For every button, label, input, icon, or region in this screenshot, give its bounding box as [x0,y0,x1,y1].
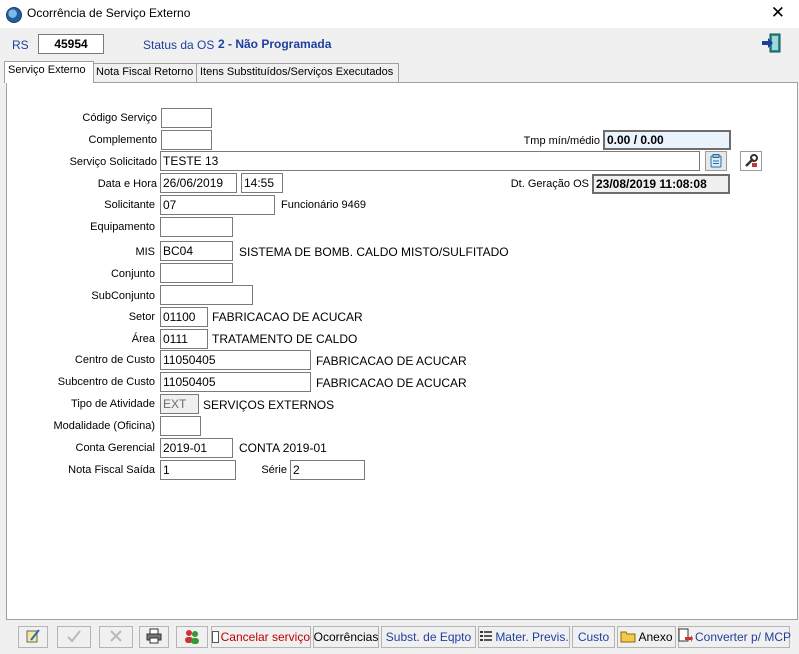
clipboard-icon[interactable] [705,151,727,171]
conjunto-input[interactable] [160,263,233,283]
setor-input[interactable]: 01100 [160,307,208,327]
status-value: 2 - Não Programada [218,37,332,51]
dt-geracao-value: 23/08/2019 11:08:08 [592,174,730,194]
modalidade-input[interactable] [160,416,201,436]
complemento-input[interactable] [161,130,212,150]
complemento-label: Complemento [88,134,157,146]
converter-mcp-label: Converter p/ MCP [694,630,792,644]
custo-label: Custo [577,630,610,644]
cancelar-servico-label: Cancelar serviço [220,630,310,644]
x-icon [109,629,123,646]
serie-label: Série [261,464,287,476]
area-input[interactable]: 0111 [160,329,208,349]
users-icon [183,628,201,647]
tab-servico-externo[interactable]: Serviço Externo [4,61,94,83]
converter-mcp-button[interactable]: Converter p/ MCP [677,626,792,648]
solicitante-name: Funcionário 9469 [281,199,367,211]
tab-nota-fiscal-retorno[interactable]: Nota Fiscal Retorno [92,63,198,82]
subcentro-custo-input[interactable]: 11050405 [160,372,311,392]
exit-icon[interactable] [760,32,782,54]
serie-input[interactable]: 2 [290,460,365,480]
subconjunto-input[interactable] [160,285,253,305]
centro-custo-desc: FABRICACAO DE ACUCAR [316,354,467,368]
data-hora-label: Data e Hora [97,178,157,190]
area-label: Área [131,333,155,345]
confirm-button[interactable] [57,626,91,648]
servico-solicitado-label: Serviço Solicitado [69,156,157,168]
equipamento-input[interactable] [160,217,233,237]
area-desc: TRATAMENTO DE CALDO [212,332,358,346]
modalidade-label: Modalidade (Oficina) [53,420,156,432]
users-button[interactable] [176,626,208,648]
codigo-servico-label: Código Serviço [82,112,157,124]
nota-fiscal-saida-label: Nota Fiscal Saída [68,464,155,476]
centro-custo-input[interactable]: 11050405 [160,350,311,370]
subst-eqpto-label: Subst. de Eqpto [385,630,472,644]
bottom-toolbar: Cancelar serviço Ocorrências Subst. de E… [0,624,799,652]
list-icon [479,629,493,646]
os-header: RS 45954 Status da OS 2 - Não Programada [0,28,799,60]
conjunto-label: Conjunto [110,268,155,280]
folder-icon [620,629,636,646]
custo-button[interactable]: Custo [572,626,615,648]
close-icon[interactable]: ✕ [771,3,785,23]
status-label: Status da OS [143,38,215,52]
app-icon [6,7,22,23]
mis-input[interactable]: BC04 [160,241,233,261]
ocorrencias-button[interactable]: Ocorrências [313,626,379,648]
anexo-button[interactable]: Anexo [617,626,676,648]
setor-desc: FABRICACAO DE ACUCAR [212,310,363,324]
title-bar: Ocorrência de Serviço Externo ✕ [0,0,799,29]
conta-gerencial-desc: CONTA 2019-01 [239,441,327,455]
mis-label: MIS [135,246,155,258]
mater-previs-button[interactable]: Mater. Previs. [478,626,570,648]
solicitante-label: Solicitante [104,199,155,211]
tmp-value: 0.00 / 0.00 [603,130,731,150]
tipo-atividade-label: Tipo de Atividade [71,398,155,410]
ocorrencias-label: Ocorrências [313,630,379,644]
rs-value: 45954 [38,34,104,54]
edit-icon [25,628,41,647]
equipamento-label: Equipamento [90,221,155,233]
conta-gerencial-label: Conta Gerencial [75,442,156,454]
tools-icon[interactable] [740,151,762,171]
mater-previs-label: Mater. Previs. [495,630,569,644]
subst-eqpto-button[interactable]: Subst. de Eqpto [381,626,476,648]
rs-label: RS [12,38,29,52]
tab-itens-substituidos[interactable]: Itens Substituídos/Serviços Executados [196,63,399,82]
tipo-atividade-input: EXT [160,394,199,414]
subconjunto-label: SubConjunto [91,290,155,302]
edit-button[interactable] [18,626,48,648]
printer-icon [146,628,162,647]
window-title: Ocorrência de Serviço Externo [27,6,191,20]
cancel-edit-button[interactable] [99,626,133,648]
convert-icon [677,628,693,647]
codigo-servico-input[interactable] [161,108,212,128]
date-input[interactable]: 26/06/2019 [160,173,237,193]
subcentro-custo-label: Subcentro de Custo [57,376,155,388]
setor-label: Setor [128,311,155,323]
solicitante-input[interactable]: 07 [160,195,275,215]
cancelar-servico-checkbox[interactable] [212,631,219,643]
mis-desc: SISTEMA DE BOMB. CALDO MISTO/SULFITADO [239,245,509,259]
dt-geracao-label: Dt. Geração OS [510,178,589,190]
centro-custo-label: Centro de Custo [74,354,155,366]
anexo-label: Anexo [638,630,673,644]
conta-gerencial-input[interactable]: 2019-01 [160,438,233,458]
subcentro-custo-desc: FABRICACAO DE ACUCAR [316,376,467,390]
check-icon [66,628,82,647]
nota-fiscal-saida-input[interactable]: 1 [160,460,236,480]
tipo-atividade-desc: SERVIÇOS EXTERNOS [203,398,335,412]
tmp-label: Tmp mín/médio [523,135,600,147]
servico-solicitado-input[interactable]: TESTE 13 [160,151,700,171]
cancelar-servico-button[interactable]: Cancelar serviço [211,626,311,648]
print-button[interactable] [139,626,169,648]
time-input[interactable]: 14:55 [241,173,283,193]
